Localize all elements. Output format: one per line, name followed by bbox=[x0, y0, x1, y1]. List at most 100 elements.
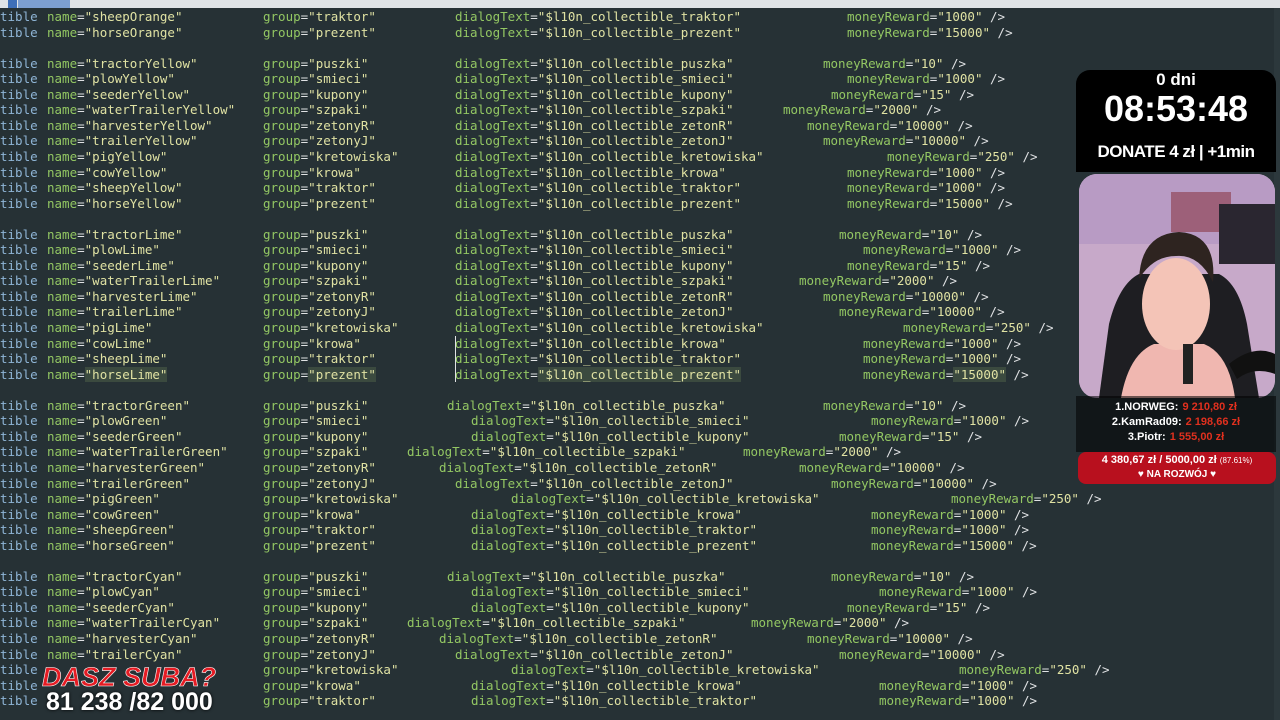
keyword-token: tible bbox=[0, 288, 38, 304]
keyword-token: tible bbox=[0, 195, 38, 211]
name-attribute: name="trailerLime" bbox=[47, 304, 183, 320]
group-attribute: group="prezent" bbox=[263, 366, 376, 382]
name-attribute: name="tractorCyan" bbox=[47, 568, 183, 584]
dialog-attribute: dialogText="$l10n_collectible_kupony" bbox=[471, 599, 750, 615]
dialog-attribute: dialogText="$l10n_collectible_krowa" bbox=[471, 506, 742, 522]
code-line[interactable]: tible name="sheepGreen" group="traktor" dia… bbox=[0, 522, 1280, 538]
reward-attribute: moneyReward="15" /> bbox=[839, 428, 983, 444]
code-line[interactable]: tible name="horseGreen" group="prezent" dia… bbox=[0, 538, 1280, 554]
code-line[interactable]: tible name="tractorYellow" group="puszki" d… bbox=[0, 56, 1280, 72]
dialog-attribute: dialogText="$l10n_collectible_zetonR" bbox=[455, 117, 734, 133]
group-attribute: group="kretowiska" bbox=[263, 491, 399, 507]
keyword-token: tible bbox=[0, 475, 38, 491]
timer-clock: 08:53:48 bbox=[1103, 88, 1249, 129]
code-line[interactable]: tible name="harvesterCyan" group="zetonyR"… bbox=[0, 631, 1280, 647]
keyword-token: tible bbox=[0, 677, 38, 693]
donor-amount: 9 210,80 zł bbox=[1182, 401, 1237, 413]
reward-attribute: moneyReward="1000" /> bbox=[879, 693, 1038, 709]
dialog-attribute: dialogText="$l10n_collectible_zetonJ" bbox=[455, 133, 734, 149]
reward-attribute: moneyReward="15000" /> bbox=[863, 366, 1029, 382]
name-attribute: name="tractorLime" bbox=[47, 226, 183, 242]
goal-label: ♥ NA ROZWÓJ ♥ bbox=[1137, 469, 1217, 480]
code-line[interactable]: tible name="seederCyan" group="kupony" dial… bbox=[0, 600, 1280, 616]
keyword-token: tible bbox=[0, 335, 38, 351]
subs-count: 81 238 /82 000 bbox=[46, 688, 213, 716]
group-attribute: group="zetonyJ" bbox=[263, 475, 376, 491]
keyword-token: tible bbox=[0, 366, 38, 382]
name-attribute: name="harvesterCyan" bbox=[47, 631, 198, 646]
code-line[interactable]: tible name="plowCyan" group="smieci" dialog… bbox=[0, 584, 1280, 600]
reward-attribute: moneyReward="15000" /> bbox=[847, 195, 1013, 211]
reward-attribute: moneyReward="1000" /> bbox=[847, 180, 1006, 196]
name-attribute: name="waterTrailerCyan" bbox=[47, 615, 221, 631]
group-attribute: group="prezent" bbox=[263, 195, 376, 211]
name-attribute: name="plowLime" bbox=[47, 242, 160, 258]
name-attribute: name="trailerGreen" bbox=[47, 475, 190, 491]
reward-attribute: moneyReward="1000" /> bbox=[863, 351, 1022, 367]
dialog-attribute: dialogText="$l10n_collectible_zetonR" bbox=[439, 631, 718, 646]
group-attribute: group="szpaki" bbox=[263, 444, 369, 460]
text-caret bbox=[455, 351, 456, 367]
reward-attribute: moneyReward="15" /> bbox=[831, 86, 975, 102]
top-donors: 1.NORWEG: 9 210,80 zł 2.KamRad09: 2 198,66… bbox=[1076, 396, 1276, 452]
reward-attribute: moneyReward="1000" /> bbox=[863, 335, 1022, 351]
reward-attribute: moneyReward="250" /> bbox=[887, 148, 1038, 164]
name-attribute: name="harvesterYellow" bbox=[47, 117, 213, 133]
dialog-attribute: dialogText="$l10n_collectible_prezent" bbox=[471, 537, 757, 553]
dialog-attribute: dialogText="$l10n_collectible_traktor" bbox=[455, 180, 741, 196]
keyword-token: tible bbox=[0, 24, 38, 40]
keyword-token: tible bbox=[0, 273, 38, 289]
group-attribute: group="zetonyR" bbox=[263, 117, 376, 133]
keyword-token: tible bbox=[0, 226, 38, 242]
name-attribute: name="seederGreen" bbox=[47, 428, 183, 444]
keyword-token: tible bbox=[0, 568, 38, 584]
keyword-token: tible bbox=[0, 148, 38, 164]
group-attribute: group="kupony" bbox=[263, 599, 369, 615]
name-attribute: name="sheepLime" bbox=[47, 351, 168, 367]
code-line[interactable]: tible name="pigGreen" group="kretowiska" di… bbox=[0, 491, 1280, 507]
code-line[interactable]: tible name="cowGreen" group="krowa" dialogT… bbox=[0, 507, 1280, 523]
name-attribute: name="waterTrailerLime" bbox=[47, 273, 221, 289]
goal-amount-value: 4 380,67 zł / 5000,00 zł bbox=[1101, 454, 1217, 466]
reward-attribute: moneyReward="10000" /> bbox=[807, 631, 973, 646]
group-attribute: group="zetonyJ" bbox=[263, 646, 376, 662]
dialog-attribute: dialogText="$l10n_collectible_puszka" bbox=[455, 226, 734, 242]
group-attribute: group="puszki" bbox=[263, 568, 369, 584]
keyword-token: tible bbox=[0, 615, 38, 631]
code-line[interactable]: tible name="sheepOrange" group="traktor" di… bbox=[0, 9, 1280, 25]
dialog-attribute: dialogText="$l10n_collectible_krowa" bbox=[471, 677, 742, 693]
reward-attribute: moneyReward="250" /> bbox=[951, 491, 1102, 507]
donor-row: 3.Piotr: 1 555,00 zł bbox=[1076, 431, 1276, 443]
group-attribute: group="smieci" bbox=[263, 71, 369, 87]
code-line[interactable]: tible name="tractorCyan" group="puszki" dia… bbox=[0, 569, 1280, 585]
dialog-attribute: dialogText="$l10n_collectible_kupony" bbox=[455, 86, 734, 102]
donor-name: 1.NORWEG: bbox=[1115, 401, 1179, 413]
name-attribute: name="seederCyan" bbox=[47, 599, 175, 615]
group-attribute: group="szpaki" bbox=[263, 615, 369, 631]
reward-attribute: moneyReward="2000" /> bbox=[783, 102, 942, 118]
reward-attribute: moneyReward="250" /> bbox=[903, 320, 1054, 335]
code-line[interactable]: tible name="horseOrange" group="prezent" di… bbox=[0, 25, 1280, 41]
keyword-token: tible bbox=[0, 86, 38, 102]
dialog-attribute: dialogText="$l10n_collectible_traktor" bbox=[471, 693, 757, 709]
reward-attribute: moneyReward="10000" /> bbox=[823, 133, 989, 149]
name-attribute: name="horseYellow" bbox=[47, 195, 183, 211]
dialog-attribute: dialogText="$l10n_collectible_szpaki" bbox=[407, 444, 686, 460]
dialog-attribute: dialogText="$l10n_collectible_krowa" bbox=[455, 335, 726, 351]
dialog-attribute: dialogText="$l10n_collectible_zetonJ" bbox=[455, 304, 734, 320]
code-line[interactable]: tible name="trailerCyan" group="zetonyJ" di… bbox=[0, 647, 1280, 663]
code-line[interactable]: tible name="waterTrailerCyan" group="szpak… bbox=[0, 615, 1280, 631]
name-attribute: name="trailerCyan" bbox=[47, 646, 183, 662]
group-attribute: group="krowa" bbox=[263, 335, 361, 351]
group-attribute: group="szpaki" bbox=[263, 102, 369, 118]
name-attribute: name="horseOrange" bbox=[47, 24, 183, 40]
reward-attribute: moneyReward="10000" /> bbox=[807, 117, 973, 133]
name-attribute: name="pigGreen" bbox=[47, 491, 160, 507]
dialog-attribute: dialogText="$l10n_collectible_traktor" bbox=[471, 522, 757, 538]
keyword-token: tible bbox=[0, 459, 38, 475]
group-attribute: group="traktor" bbox=[263, 522, 376, 538]
group-attribute: group="traktor" bbox=[263, 693, 376, 709]
name-attribute: name="cowLime" bbox=[47, 335, 153, 351]
reward-attribute: moneyReward="1000" /> bbox=[879, 584, 1038, 600]
group-attribute: group="kretowiska" bbox=[263, 148, 399, 164]
